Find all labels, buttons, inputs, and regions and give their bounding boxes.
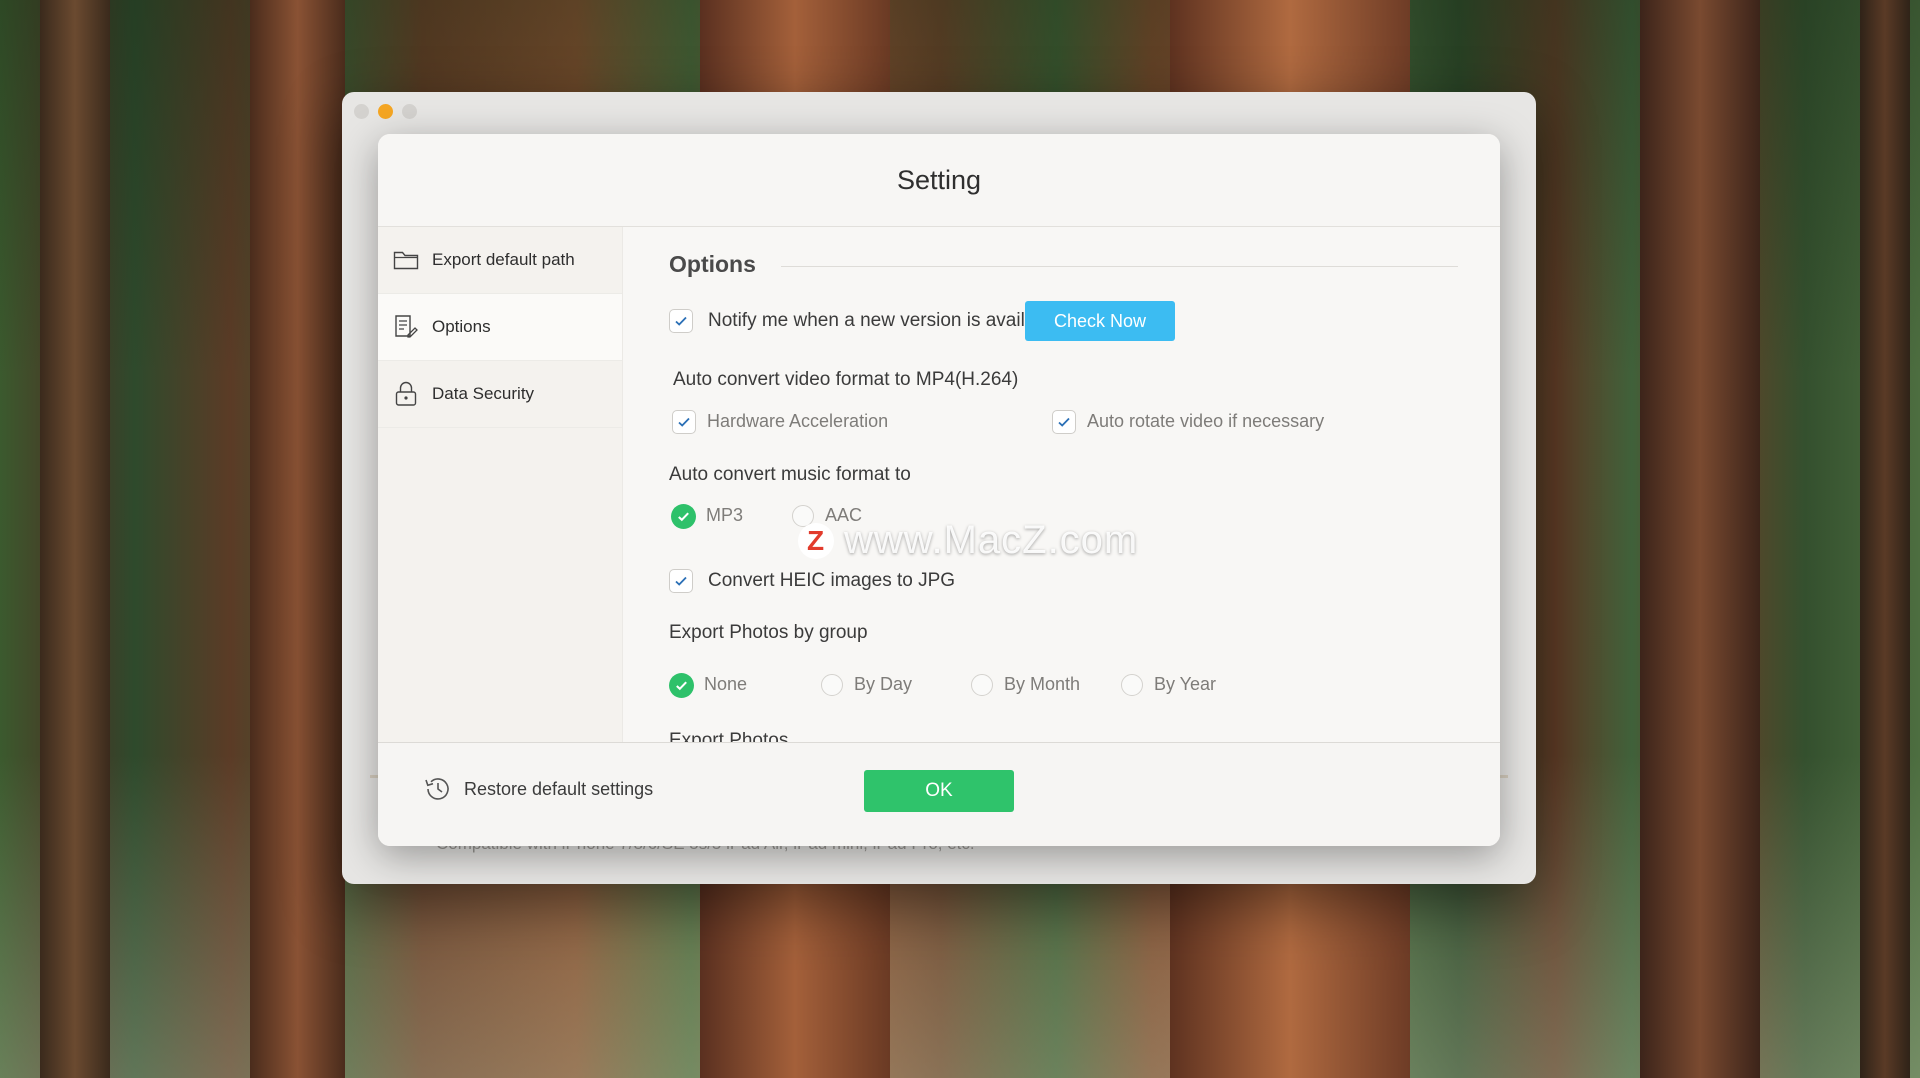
group-none-radio[interactable]	[669, 673, 694, 698]
options-panel: Options Notify me when a new version is …	[623, 227, 1500, 742]
notify-label: Notify me when a new version is availabl…	[708, 310, 1061, 331]
checkmark-icon	[675, 576, 687, 586]
checkmark-icon	[675, 316, 687, 326]
lock-icon	[392, 380, 420, 408]
setting-dialog: Setting Export default path Options Data…	[378, 134, 1500, 846]
wallpaper-tree	[40, 0, 110, 1078]
checkmark-icon	[676, 681, 687, 691]
history-icon	[422, 773, 454, 805]
auto-rotate-label: Auto rotate video if necessary	[1087, 411, 1325, 431]
checkmark-icon	[678, 417, 690, 427]
dialog-header: Setting	[378, 134, 1500, 227]
export-photos-heading-partial: Export Photos	[669, 730, 789, 742]
settings-sidebar: Export default path Options Data Securit…	[378, 227, 623, 742]
group-by-day-radio[interactable]	[821, 674, 843, 696]
photos-group-heading: Export Photos by group	[669, 622, 868, 643]
video-format-heading: Auto convert video format to MP4(H.264)	[673, 369, 1019, 390]
section-divider	[781, 266, 1458, 267]
document-edit-icon	[392, 313, 420, 341]
hardware-acceleration-checkbox[interactable]	[672, 410, 696, 434]
sidebar-item-export-default-path[interactable]: Export default path	[378, 227, 622, 294]
folder-icon	[392, 246, 420, 274]
minimize-window-button[interactable]	[378, 104, 393, 119]
check-now-button[interactable]: Check Now	[1025, 301, 1175, 341]
sidebar-item-options[interactable]: Options	[378, 294, 622, 361]
window-controls	[354, 104, 417, 119]
dialog-footer: Restore default settings OK	[378, 742, 1500, 846]
restore-defaults-label: Restore default settings	[464, 778, 654, 799]
restore-defaults-button[interactable]: Restore default settings	[422, 773, 653, 805]
ok-button[interactable]: OK	[864, 770, 1014, 812]
mp3-label: MP3	[706, 505, 744, 525]
dialog-title: Setting	[896, 164, 982, 195]
notify-checkbox[interactable]	[669, 309, 693, 333]
zoom-window-button[interactable]	[402, 104, 417, 119]
sidebar-item-label: Data Security	[432, 384, 535, 403]
auto-rotate-checkbox[interactable]	[1052, 410, 1076, 434]
wallpaper-tree	[250, 0, 345, 1078]
group-by-year-radio[interactable]	[1121, 674, 1143, 696]
group-by-day-label: By Day	[854, 674, 913, 694]
group-by-month-radio[interactable]	[971, 674, 993, 696]
music-format-heading: Auto convert music format to	[669, 464, 911, 485]
group-none-label: None	[704, 674, 748, 694]
sidebar-item-label: Options	[432, 317, 491, 336]
wallpaper-tree	[1640, 0, 1760, 1078]
mp3-radio[interactable]	[671, 504, 696, 529]
aac-label: AAC	[825, 505, 863, 525]
wallpaper-tree	[1860, 0, 1910, 1078]
sidebar-item-label: Export default path	[432, 250, 575, 269]
section-title: Options	[669, 251, 756, 277]
heic-checkbox[interactable]	[669, 569, 693, 593]
heic-label: Convert HEIC images to JPG	[708, 570, 956, 591]
checkmark-icon	[1058, 417, 1070, 427]
group-by-year-label: By Year	[1154, 674, 1217, 694]
aac-radio[interactable]	[792, 505, 814, 527]
sidebar-item-data-security[interactable]: Data Security	[378, 361, 622, 428]
hardware-acceleration-label: Hardware Acceleration	[707, 411, 889, 431]
checkmark-icon	[678, 512, 689, 522]
group-by-month-label: By Month	[1004, 674, 1081, 694]
close-window-button[interactable]	[354, 104, 369, 119]
